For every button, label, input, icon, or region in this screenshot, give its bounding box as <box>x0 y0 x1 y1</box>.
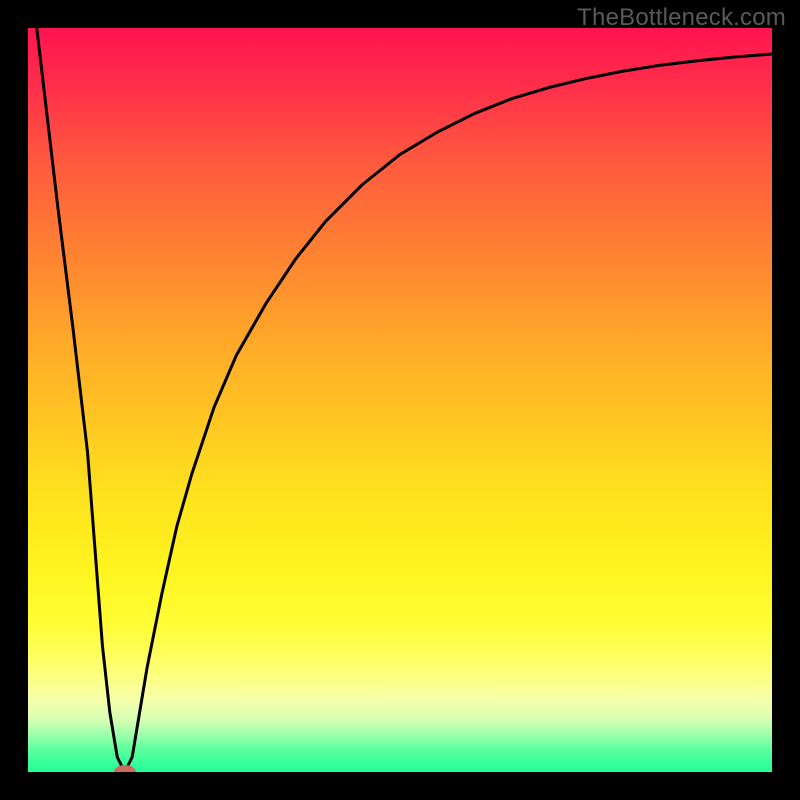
plot-area <box>28 28 772 772</box>
chart-frame: TheBottleneck.com <box>0 0 800 800</box>
curve-path <box>28 28 772 772</box>
bottleneck-curve <box>28 28 772 772</box>
minimum-marker <box>114 765 136 772</box>
watermark-text: TheBottleneck.com <box>577 4 786 32</box>
